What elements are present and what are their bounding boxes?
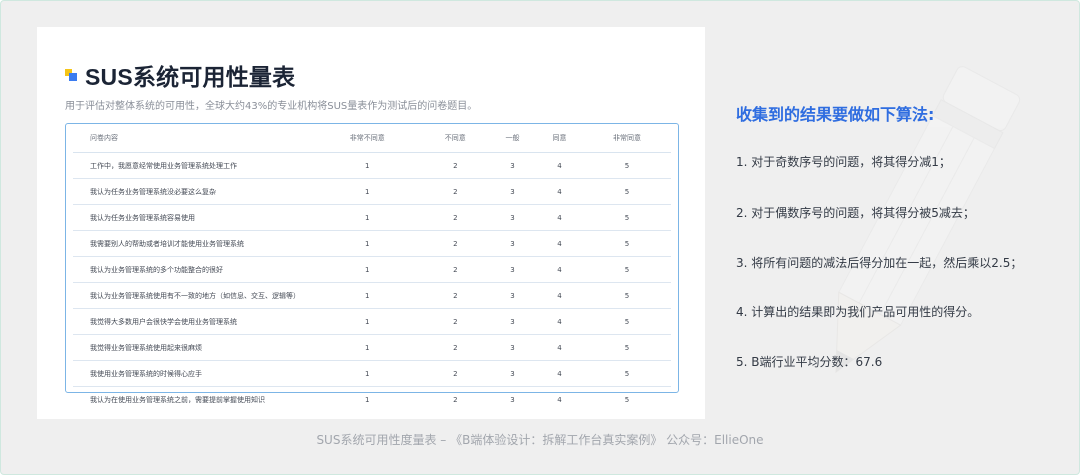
- score-cell: 1: [313, 256, 422, 283]
- score-cell: 3: [489, 334, 536, 361]
- blocks-logo-icon: [65, 69, 77, 81]
- score-cell: 1: [313, 308, 422, 335]
- table-row: 我觉得大多数用户会很快学会使用业务管理系统 1 2 3 4 5: [73, 308, 671, 335]
- score-cell: 2: [421, 282, 490, 309]
- score-cell: 5: [582, 204, 671, 231]
- header-score-1: 非常不同意: [313, 124, 422, 153]
- score-cell: 3: [489, 360, 536, 387]
- question-cell: 我认为业务管理系统使用有不一致的地方（如信息、交互、逻辑等）: [73, 282, 313, 309]
- score-cell: 4: [535, 152, 583, 179]
- score-cell: 3: [489, 282, 536, 309]
- sus-table: 问卷内容 非常不同意 不同意 一般 同意 非常同意 工作中，我愿意经常使用业务管理系统处理…: [73, 124, 671, 412]
- question-cell: 我认为在使用业务管理系统之前，需要提前掌握使用知识: [90, 395, 265, 404]
- header-score-2: 不同意: [421, 124, 490, 153]
- score-cell: 5: [582, 256, 671, 283]
- page-title: SUS系统可用性量表: [85, 64, 296, 90]
- question-cell: 我需要别人的帮助或者培训才能使用业务管理系统: [73, 230, 313, 257]
- footer-caption: SUS系统可用性度量表 – 《B端体验设计：拆解工作台真实案例》 公众号：Ell…: [316, 433, 764, 447]
- score-cell: 4: [535, 178, 583, 205]
- score-cell: 5: [624, 395, 630, 404]
- algorithm-step-5: 5. B端行业平均分数：67.6: [736, 355, 883, 369]
- score-cell: 5: [582, 360, 671, 387]
- table-row: 工作中，我愿意经常使用业务管理系统处理工作 1 2 3 4 5: [73, 152, 671, 179]
- sus-table-container: 问卷内容 非常不同意 不同意 一般 同意 非常同意 工作中，我愿意经常使用业务管理系统处理…: [65, 123, 679, 404]
- score-cell: 3: [489, 230, 536, 257]
- score-cell: 4: [535, 282, 583, 309]
- table-row: 我认为任务业务管理系统容易使用 1 2 3 4 5: [73, 204, 671, 231]
- question-cell: 我认为任务业务管理系统容易使用: [73, 204, 313, 231]
- table-header-row: 问卷内容 非常不同意 不同意 一般 同意 非常同意: [73, 124, 671, 153]
- score-cell: 4: [535, 360, 583, 387]
- header-score-3: 一般: [489, 124, 536, 153]
- score-cell: 1: [313, 152, 422, 179]
- score-cell: 1: [365, 395, 370, 404]
- score-cell: 3: [489, 308, 536, 335]
- question-cell: 我认为任务业务管理系统没必要这么复杂: [73, 178, 313, 205]
- header-score-5: 非常同意: [582, 124, 671, 153]
- score-cell: 3: [489, 152, 536, 179]
- page-subtitle: 用于评估对整体系统的可用性，全球大约43%的专业机构将SUS量表作为测试后的问卷…: [65, 101, 478, 112]
- header-score-4: 同意: [535, 124, 583, 153]
- score-cell: 2: [421, 152, 490, 179]
- score-cell: 5: [582, 282, 671, 309]
- slide-frame: SUS系统可用性量表 用于评估对整体系统的可用性，全球大约43%的专业机构将SU…: [0, 0, 1080, 475]
- score-cell: 3: [489, 256, 536, 283]
- table-row: 我觉得业务管理系统使用起来很麻烦 1 2 3 4 5: [73, 334, 671, 361]
- algorithm-title: 收集到的结果要做如下算法:: [736, 105, 935, 124]
- score-cell: 1: [313, 230, 422, 257]
- algorithm-step-4: 4. 计算出的结果即为我们产品可用性的得分。: [736, 305, 980, 319]
- score-cell: 5: [582, 334, 671, 361]
- question-cell: 我觉得业务管理系统使用起来很麻烦: [73, 334, 313, 361]
- question-cell: 我觉得大多数用户会很快学会使用业务管理系统: [73, 308, 313, 335]
- algorithm-step-3: 3. 将所有问题的减法后得分加在一起，然后乘以2.5；: [736, 256, 1023, 270]
- score-cell: 2: [421, 334, 490, 361]
- score-cell: 2: [421, 360, 490, 387]
- score-cell: 2: [453, 395, 458, 404]
- score-cell: 2: [421, 230, 490, 257]
- question-cell: 工作中，我愿意经常使用业务管理系统处理工作: [73, 152, 313, 179]
- score-cell: 1: [313, 360, 422, 387]
- algorithm-step-2: 2. 对于偶数序号的问题，将其得分被5减去；: [736, 206, 975, 220]
- algorithm-step-1: 1. 对于奇数序号的问题，将其得分减1；: [736, 155, 951, 169]
- score-cell: 2: [421, 178, 490, 205]
- score-cell: 3: [510, 395, 515, 404]
- score-cell: 1: [313, 204, 422, 231]
- score-cell: 1: [313, 178, 422, 205]
- score-cell: 5: [582, 152, 671, 179]
- score-cell: 1: [313, 282, 422, 309]
- score-cell: 4: [535, 204, 583, 231]
- table-body: 工作中，我愿意经常使用业务管理系统处理工作 1 2 3 4 5 我认为任务业务管理系统没必要…: [73, 152, 671, 413]
- table-row: 我认为业务管理系统使用有不一致的地方（如信息、交互、逻辑等） 1 2 3 4 5: [73, 282, 671, 309]
- table-row: 我认为任务业务管理系统没必要这么复杂 1 2 3 4 5: [73, 178, 671, 205]
- score-cell: 2: [421, 204, 490, 231]
- question-cell: 我使用业务管理系统的时候得心应手: [73, 360, 313, 387]
- title-row: SUS系统可用性量表: [65, 61, 296, 90]
- score-cell: 4: [535, 230, 583, 257]
- score-cell: 2: [421, 256, 490, 283]
- table-row: 我认为业务管理系统的多个功能整合的很好 1 2 3 4 5: [73, 256, 671, 283]
- score-cell: 5: [582, 230, 671, 257]
- score-cell: 3: [489, 204, 536, 231]
- table-row: 我需要别人的帮助或者培训才能使用业务管理系统 1 2 3 4 5: [73, 230, 671, 257]
- score-cell: 4: [535, 256, 583, 283]
- table-row: 我使用业务管理系统的时候得心应手 1 2 3 4 5: [73, 360, 671, 387]
- score-cell: 4: [535, 308, 583, 335]
- question-cell: 我认为业务管理系统的多个功能整合的很好: [73, 256, 313, 283]
- table-row: 我认为在使用业务管理系统之前，需要提前掌握使用知识 1 2 3 4 5: [73, 387, 671, 413]
- sus-card: SUS系统可用性量表 用于评估对整体系统的可用性，全球大约43%的专业机构将SU…: [37, 27, 705, 419]
- score-cell: 5: [582, 308, 671, 335]
- header-question: 问卷内容: [73, 124, 313, 153]
- score-cell: 1: [313, 334, 422, 361]
- score-cell: 4: [557, 395, 562, 404]
- score-cell: 2: [421, 308, 490, 335]
- score-cell: 3: [489, 178, 536, 205]
- score-cell: 4: [535, 334, 583, 361]
- score-cell: 5: [582, 178, 671, 205]
